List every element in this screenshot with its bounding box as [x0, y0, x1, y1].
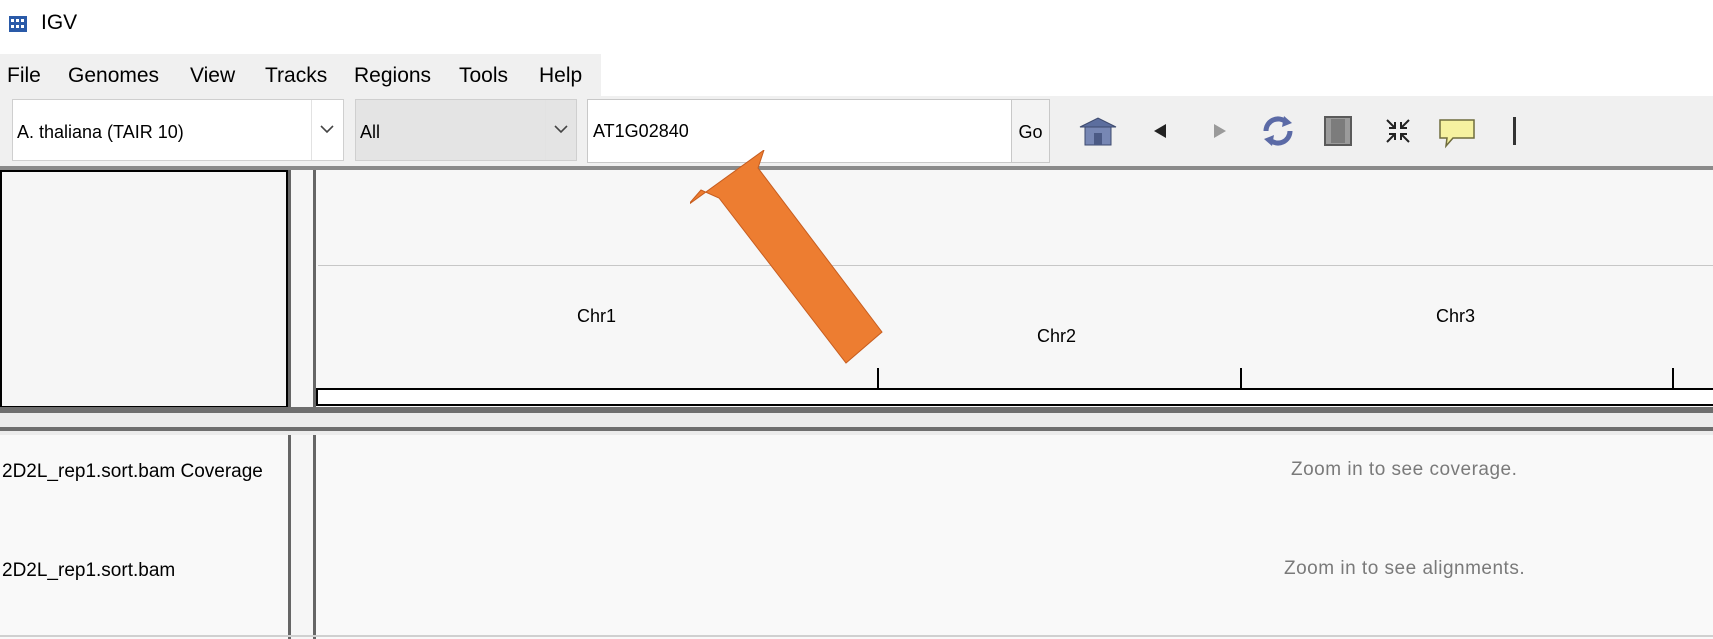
chevron-down-icon [320, 125, 334, 134]
separator-line [0, 407, 1713, 413]
ruler-divider [318, 265, 1713, 266]
chromosome-dropdown-arrow[interactable] [545, 100, 576, 160]
region-of-interest-icon[interactable] [1318, 113, 1358, 149]
alignments-zoom-message: Zoom in to see alignments. [1284, 558, 1526, 579]
menu-help[interactable]: Help [539, 64, 582, 88]
chromosome-dropdown[interactable]: All [355, 99, 577, 161]
attribute-panel [291, 170, 315, 639]
menu-genomes[interactable]: Genomes [68, 64, 159, 88]
chromosome-label[interactable]: Chr3 [1436, 306, 1475, 327]
menu-bar: File Genomes View Tracks Regions Tools H… [0, 54, 601, 96]
coverage-zoom-message: Zoom in to see coverage. [1291, 459, 1518, 480]
popup-text-icon[interactable] [1437, 113, 1477, 149]
genome-dropdown[interactable]: A. thaliana (TAIR 10) [12, 99, 344, 161]
forward-arrow-icon[interactable] [1200, 113, 1240, 149]
menu-view[interactable]: View [190, 64, 235, 88]
genome-dropdown-arrow[interactable] [311, 100, 343, 160]
home-icon[interactable] [1078, 113, 1118, 149]
bottom-border [0, 635, 1713, 637]
chromosome-dropdown-value: All [360, 122, 381, 142]
chromosome-label[interactable]: Chr1 [577, 306, 616, 327]
igv-app-icon [9, 16, 27, 32]
ruler-panel[interactable] [316, 170, 1713, 407]
menu-regions[interactable]: Regions [354, 64, 431, 88]
genome-dropdown-value: A. thaliana (TAIR 10) [17, 122, 184, 142]
go-button[interactable]: Go [1012, 99, 1050, 163]
title-bar: IGV [0, 0, 1713, 50]
ruler-tick [1240, 368, 1242, 388]
panel-divider[interactable] [288, 170, 291, 639]
separator-line [0, 427, 1713, 431]
chromosome-ideogram[interactable] [316, 388, 1713, 406]
resize-to-window-icon[interactable] [1378, 113, 1418, 149]
name-header-panel [0, 170, 288, 408]
back-arrow-icon[interactable] [1140, 113, 1180, 149]
menu-file[interactable]: File [7, 64, 41, 88]
menu-tracks[interactable]: Tracks [265, 64, 327, 88]
chevron-down-icon [554, 125, 568, 134]
track-name-alignments[interactable]: 2D2L_rep1.sort.bam [2, 560, 175, 582]
orange-arrow-annotation [687, 148, 890, 400]
ruler-tick [1672, 368, 1674, 388]
window-title: IGV [41, 11, 78, 34]
locus-search-value: AT1G02840 [593, 121, 689, 141]
track-name-coverage[interactable]: 2D2L_rep1.sort.bam Coverage [2, 461, 263, 483]
refresh-icon[interactable] [1258, 113, 1298, 149]
chromosome-label[interactable]: Chr2 [1037, 326, 1076, 347]
ruler-line-icon[interactable] [1495, 113, 1535, 149]
menu-tools[interactable]: Tools [459, 64, 508, 88]
